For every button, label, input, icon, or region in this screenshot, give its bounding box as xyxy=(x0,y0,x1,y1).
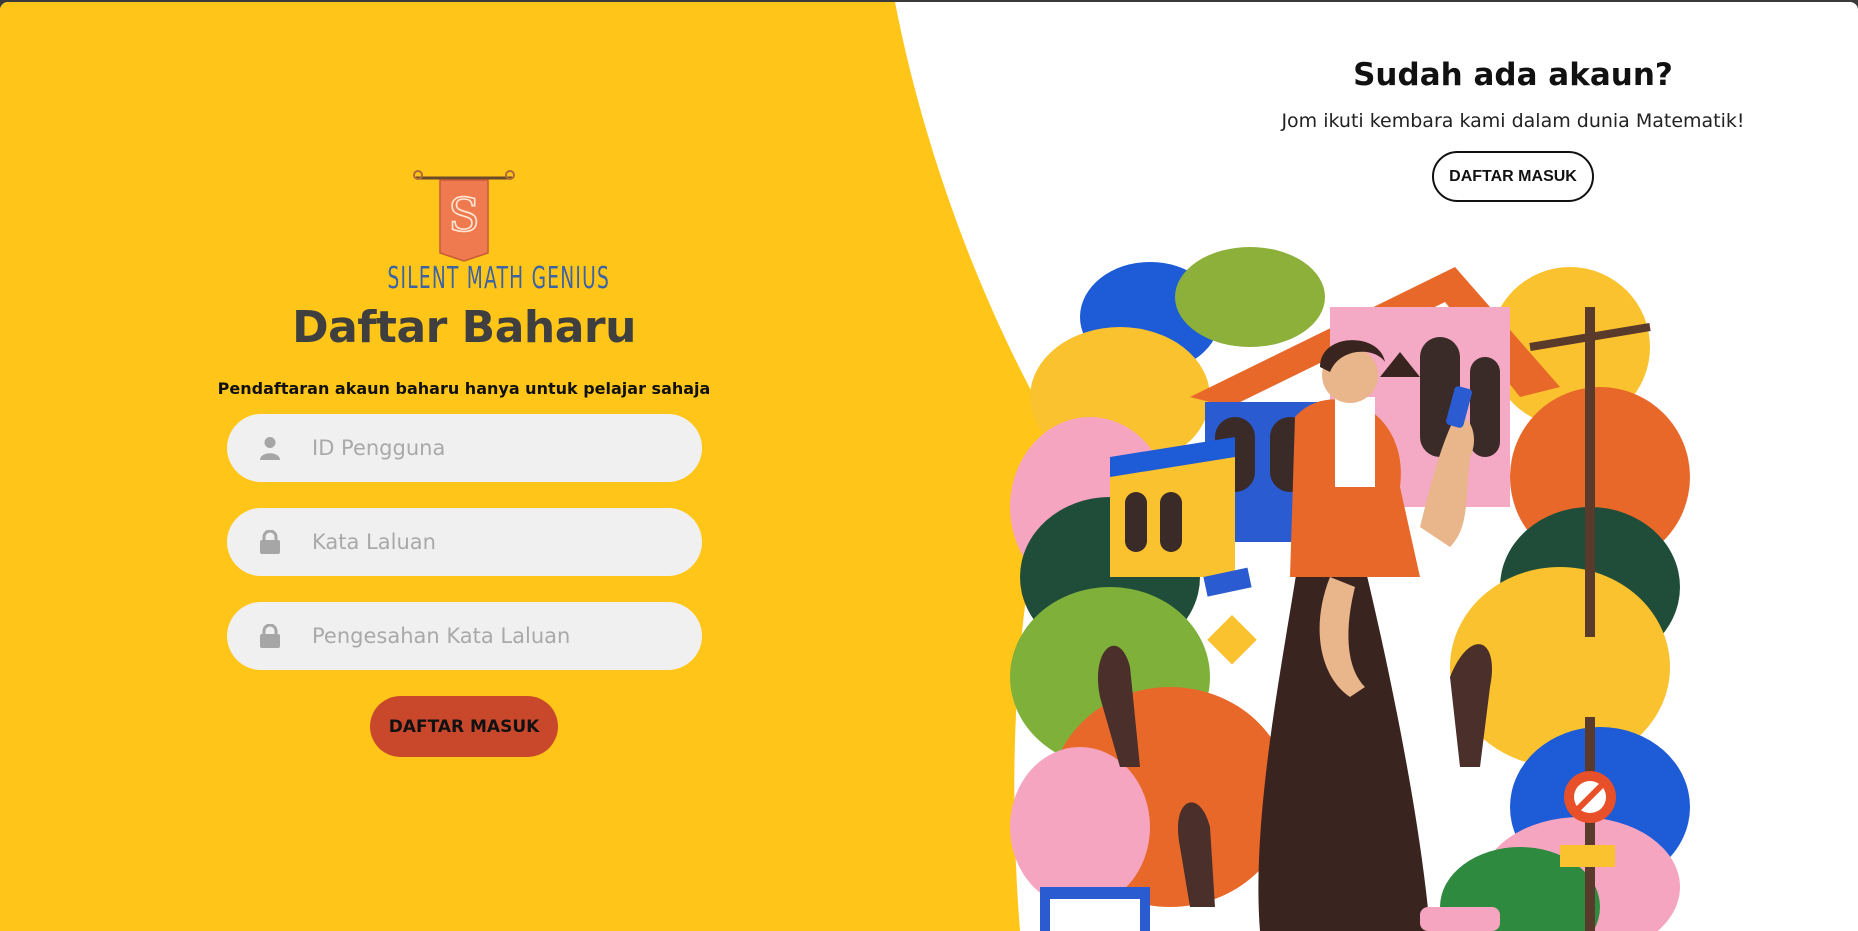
login-heading: Sudah ada akaun? xyxy=(1353,57,1673,93)
confirm-password-input[interactable] xyxy=(310,623,674,649)
user-icon xyxy=(259,435,281,461)
lock-icon xyxy=(259,529,281,555)
brand-logo: S SILENT MATH GENIUS xyxy=(340,165,610,296)
register-panel: S SILENT MATH GENIUS Daftar Baharu Penda… xyxy=(0,2,930,931)
user-id-field[interactable] xyxy=(227,414,702,482)
banner-logo-icon: S xyxy=(413,170,515,262)
hero-illustration xyxy=(1010,247,1690,931)
lock-icon xyxy=(259,623,281,649)
login-button[interactable]: DAFTAR MASUK xyxy=(1432,151,1594,202)
login-text: Jom ikuti kembara kami dalam dunia Matem… xyxy=(1281,110,1745,132)
svg-text:S: S xyxy=(448,188,480,242)
user-id-input[interactable] xyxy=(310,435,674,461)
password-input[interactable] xyxy=(310,529,674,555)
app-window: S SILENT MATH GENIUS Daftar Baharu Penda… xyxy=(0,2,1858,931)
brand-name: SILENT MATH GENIUS xyxy=(387,261,610,296)
password-field[interactable] xyxy=(227,508,702,576)
page-title: Daftar Baharu xyxy=(292,302,636,353)
register-subtitle: Pendaftaran akaun baharu hanya untuk pel… xyxy=(217,379,711,398)
register-submit-button[interactable]: DAFTAR MASUK xyxy=(370,696,558,757)
confirm-password-field[interactable] xyxy=(227,602,702,670)
